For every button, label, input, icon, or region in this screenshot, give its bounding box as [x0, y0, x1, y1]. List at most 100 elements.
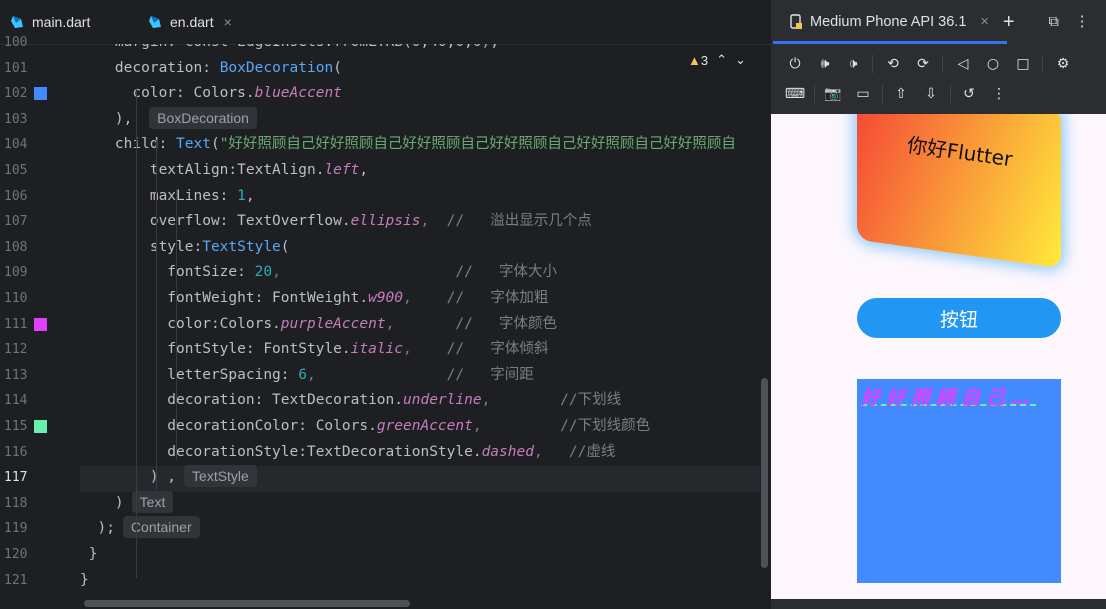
code-token: ,	[359, 162, 369, 178]
code-token: child:	[80, 136, 177, 153]
code-area[interactable]: margin: const EdgeInsets.fromLTRB(0,40,0…	[80, 44, 760, 599]
toolbar-separator	[950, 85, 951, 103]
home-icon[interactable]: ○	[982, 53, 1004, 75]
keyboard-icon[interactable]: ⌨	[784, 83, 806, 105]
code-token: greenAccent	[376, 418, 473, 434]
code-token: purpleAccent	[280, 315, 386, 332]
open-external-icon[interactable]: ⧉	[1049, 14, 1059, 30]
code-token: decoration: TextDecoration.	[80, 392, 404, 409]
more-actions-icon[interactable]: ⋮	[988, 83, 1010, 105]
line-number: 117	[4, 470, 28, 486]
code-line: textAlign:TextAlign.left,	[80, 158, 368, 183]
line-number: 103	[4, 111, 28, 127]
back-icon[interactable]: ◁	[952, 53, 974, 75]
line-number: 107	[4, 214, 28, 230]
code-token: }	[80, 546, 98, 562]
code-line: margin: const EdgeInsets.fromLTRB(0,40,0…	[80, 44, 499, 55]
more-options-icon[interactable]: ⋮	[1075, 14, 1090, 30]
horizontal-scrollbar[interactable]	[84, 600, 410, 607]
color-swatch-icon[interactable]	[34, 317, 47, 331]
code-token: overflow: TextOverflow.	[80, 213, 351, 230]
volume-up-icon[interactable]: 🕪	[814, 53, 836, 75]
power-icon[interactable]: ⏻	[784, 53, 806, 75]
inlay-hint: BoxDecoration	[149, 106, 257, 129]
code-line: style:TextStyle(	[80, 235, 290, 260]
code-token: ),	[80, 110, 142, 127]
dart-file-icon	[11, 16, 23, 28]
toolbar-separator	[814, 85, 815, 103]
device-tab[interactable]: Medium Phone API 36.1 × + ⧉ ⋮	[771, 0, 1106, 44]
upload-icon[interactable]: ⇧	[890, 83, 912, 105]
vertical-scrollbar[interactable]	[761, 378, 768, 568]
line-number: 121	[4, 572, 28, 588]
code-token: underline	[403, 392, 482, 409]
color-swatch-icon[interactable]	[34, 87, 47, 101]
code-token: )	[80, 494, 124, 511]
code-token: , // 溢出显示几个点	[420, 213, 592, 230]
device-settings-icon[interactable]: ⚙	[1052, 53, 1074, 75]
code-token: style:	[80, 238, 203, 255]
code-line: color:Colors.purpleAccent, // 字体颜色	[80, 312, 557, 337]
code-token: color: Colors.	[80, 85, 255, 102]
code-line: decorationColor: Colors.greenAccent, //下…	[80, 414, 650, 439]
snapshot-icon[interactable]: ↺	[958, 83, 980, 105]
add-device-icon[interactable]: +	[1003, 11, 1015, 34]
code-token: dashed	[481, 443, 534, 460]
code-token: decorationColor: Colors.	[80, 418, 377, 434]
download-icon[interactable]: ⇩	[920, 83, 942, 105]
toolbar-separator	[882, 85, 883, 103]
line-number: 101	[4, 60, 28, 76]
code-line: decorationStyle:TextDecorationStyle.dash…	[80, 440, 615, 465]
toolbar-separator	[1042, 55, 1043, 73]
blue-container: 好好照顾自己…	[857, 379, 1061, 583]
code-line: fontStyle: FontStyle.italic, // 字体倾斜	[80, 337, 548, 362]
color-swatch-icon[interactable]	[34, 420, 47, 433]
code-token: decoration:	[80, 59, 220, 76]
indent-guide	[156, 140, 157, 490]
code-line: fontWeight: FontWeight.w900, // 字体加粗	[80, 286, 548, 311]
code-line: }	[80, 568, 89, 593]
code-token: 1	[237, 187, 246, 204]
code-token: color:Colors.	[80, 315, 281, 332]
line-number: 109	[4, 265, 28, 281]
code-token: , // 字体大小	[272, 264, 558, 281]
code-token: left	[324, 162, 360, 178]
rotate-right-icon[interactable]: ⟳	[912, 53, 934, 75]
line-number: 116	[4, 444, 28, 460]
code-line: }	[80, 542, 98, 567]
active-tab-underline	[773, 41, 1007, 44]
code-token: BoxDecoration	[219, 59, 334, 76]
code-line: ); Container	[80, 516, 200, 541]
tab-label: en.dart	[170, 14, 214, 30]
rotate-left-icon[interactable]: ⟲	[882, 53, 904, 75]
volume-down-icon[interactable]: 🕩	[842, 53, 864, 75]
code-line: decoration: TextDecoration.underline, //…	[80, 388, 621, 413]
code-token: }	[80, 571, 89, 588]
app-button[interactable]: 按钮	[857, 298, 1061, 338]
inlay-hint: Container	[122, 516, 200, 539]
dart-file-icon	[149, 16, 161, 28]
code-token: textAlign:TextAlign.	[80, 162, 325, 178]
device-title: Medium Phone API 36.1	[810, 14, 967, 30]
line-number: 118	[4, 495, 28, 511]
code-token: italic	[350, 341, 404, 358]
emulator-toolbar: ⏻ 🕪 🕩 ⟲ ⟳ ◁ ○ □ ⚙ ⌨ 📷 ▭ ⇧ ⇩ ↺ ⋮	[771, 48, 1106, 114]
code-token: (	[280, 238, 290, 255]
close-tab-icon[interactable]: ×	[224, 14, 232, 30]
line-number: 113	[4, 367, 28, 383]
inlay-hint: TextStyle	[184, 465, 257, 488]
tab-en-dart[interactable]: en.dart ×	[148, 0, 232, 44]
code-line: maxLines: 1,	[80, 184, 255, 209]
overview-icon[interactable]: □	[1012, 53, 1034, 75]
emulator-screen[interactable]: 你好Flutter 按钮 好好照顾自己…	[771, 114, 1106, 599]
code-token: TextStyle	[202, 238, 281, 255]
screen-record-icon[interactable]: ▭	[852, 83, 874, 105]
code-token: 6	[298, 366, 307, 383]
screenshot-icon[interactable]: 📷	[822, 83, 844, 105]
code-token: margin: const EdgeInsets.fromLTRB(0,40,0…	[80, 44, 499, 50]
code-line: color: Colors.blueAccent	[80, 81, 342, 106]
close-device-tab-icon[interactable]: ×	[980, 14, 988, 30]
code-editor[interactable]: main.dart en.dart × ▲3 ⌃ ⌄ 100 101 102 103 1…	[0, 0, 771, 609]
code-token: );	[80, 520, 115, 537]
indent-guide	[176, 190, 177, 460]
